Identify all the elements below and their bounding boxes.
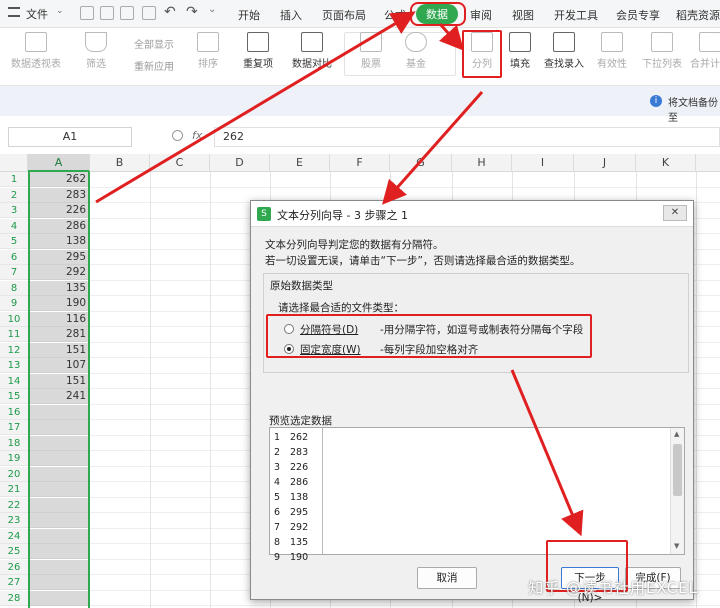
data-tab-highlight [410, 2, 466, 26]
arrow-to-data-tab [95, 11, 416, 204]
arrow-to-split-button [438, 22, 465, 51]
options-highlight [266, 314, 592, 358]
watermark: 知乎 @读书社用EXCEL [528, 579, 698, 597]
arrow-to-next-button [510, 369, 584, 537]
annotation-arrows [95, 11, 584, 537]
arrow-to-dialog [382, 91, 484, 205]
split-button-highlight [462, 30, 502, 78]
